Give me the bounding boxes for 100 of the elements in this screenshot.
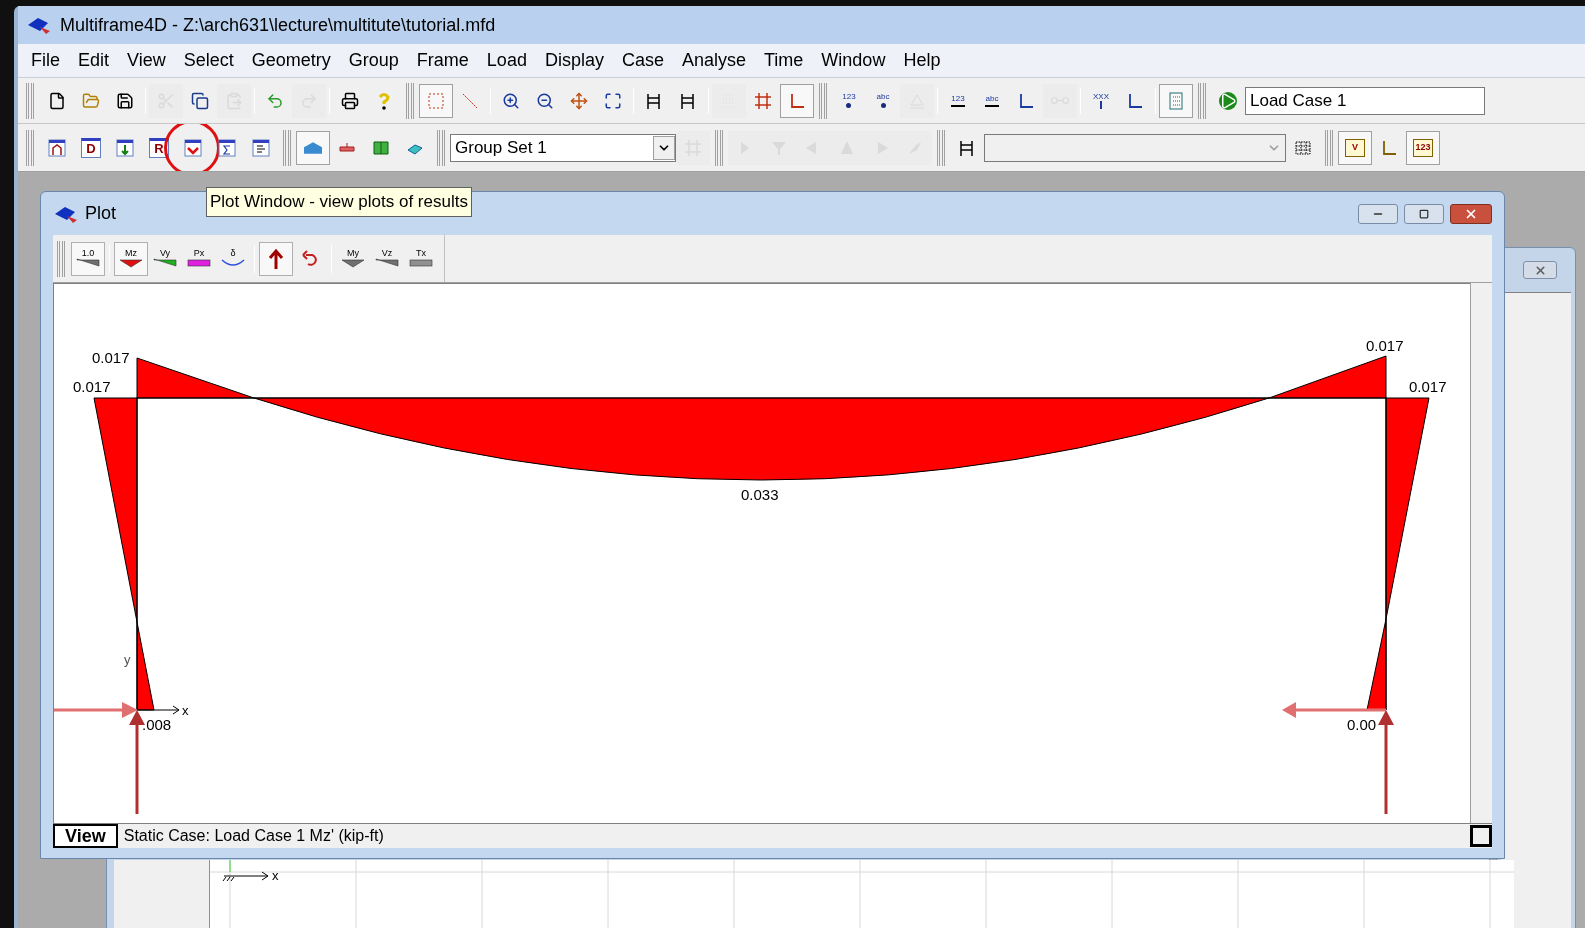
letter-box-icon: V [1345,138,1365,157]
menu-item[interactable]: File [22,47,69,74]
menu-item[interactable]: Frame [407,47,478,74]
plot-toolbar-button[interactable]: δ [216,241,250,276]
selection-box-icon [426,90,446,111]
toolbar-button[interactable]: R [142,130,176,165]
letter-window-icon: D [81,137,101,158]
frame-window-icon [47,137,67,158]
moment-value-label: 0.00 [1347,716,1377,733]
node-marker-icon [880,103,886,108]
toolbar-button[interactable]: 123 [941,83,975,118]
menu-item[interactable]: Display [535,47,613,74]
undo-icon [266,91,284,110]
tool-glyph: Tx [416,249,426,258]
diagram-icon [220,258,246,268]
tool-glyph: 123 [951,94,965,103]
underline-icon [985,104,999,107]
tool-glyph: 123 [842,93,856,101]
diagram-icon [374,258,400,268]
dropdown-field[interactable]: Load Case 1 [1245,86,1485,115]
new-file-icon [48,91,66,110]
diagram-icon [152,258,178,268]
size-grip-icon [1470,825,1492,847]
axis-label: y [124,652,131,667]
status-text: Static Case: Load Case 1 Mz' (kip-ft) [122,826,385,846]
plot-toolbar-button[interactable] [259,241,293,276]
toolbar-button[interactable]: XXX [1084,83,1118,118]
window-title: Multiframe4D - Z:\arch631\lecture\multitute\tutorial.mfd [60,13,496,37]
moment-value-label: 0.017 [1366,337,1404,354]
tool-glyph: Px [193,249,205,258]
axis-label: x [272,867,279,885]
plot-toolbar-button[interactable]: Vy [148,241,182,276]
menu-item[interactable]: Edit [69,47,119,74]
copy-icon [191,91,209,110]
diagram-icon [75,258,101,268]
grid-icon [753,90,773,111]
fit-view-icon [604,91,622,110]
close-button[interactable] [1523,261,1557,279]
menu-item[interactable]: Select [174,47,243,74]
pan-icon [570,91,588,110]
toolbar-button[interactable]: V [1338,130,1372,165]
diagram-icon [408,258,434,268]
save-icon [116,91,134,110]
plot-toolbar-button[interactable]: Px [182,241,216,276]
zoom-out-icon [536,91,554,110]
tool-glyph: abc [876,93,890,101]
moment-value-label: .008 [142,716,172,733]
menu-item[interactable]: Window [812,47,895,74]
tool-glyph: XXX [1093,92,1109,101]
view-tab[interactable]: View [53,824,118,848]
close-icon [1533,263,1547,277]
toolbar-button[interactable]: abc [866,83,900,118]
window-title: Plot [85,202,117,225]
menu-item[interactable]: Help [894,47,950,74]
menu-item[interactable]: Time [755,47,813,74]
tool-glyph: Vy [159,249,171,258]
list-icon [1166,90,1186,111]
tool-glyph: abc [985,94,999,103]
tool-glyph: Mz [125,249,137,258]
plot-toolbar-button[interactable]: 1.0 [71,241,105,276]
restore-icon [1419,208,1429,219]
minimize-button[interactable] [1358,203,1398,224]
tooltip: Plot Window - view plots of results [206,187,472,217]
arrow-up-icon [266,247,286,270]
plot-toolbar-button[interactable]: Vz [370,241,404,276]
moment-value-label: 0.017 [92,349,130,366]
moment-value-label: 0.033 [741,486,779,503]
menu-item[interactable]: Group [339,47,408,74]
menu-item[interactable]: View [118,47,175,74]
toolbar-button[interactable]: abc [975,83,1009,118]
axis-label: x [182,703,189,718]
sigma-window-icon [217,137,237,158]
plot-toolbar-button[interactable]: My [336,241,370,276]
menu-item[interactable]: Geometry [242,47,340,74]
underline-icon [951,104,965,107]
menu-item[interactable]: Analyse [672,47,755,74]
tool-glyph: Vz [381,249,393,258]
diagram-icon [186,258,212,268]
plot-toolbar-button[interactable]: Mz [114,241,148,276]
menu-item[interactable]: Case [612,47,673,74]
diagram-icon [118,258,144,268]
tool-glyph: My [347,249,359,258]
menu-item[interactable]: Load [477,47,536,74]
undo-arrow-icon [300,248,320,269]
restore-button[interactable] [1404,203,1444,224]
toolbar-button[interactable]: 123 [1406,130,1440,165]
close-button[interactable] [1450,203,1492,224]
plot-toolbar-button[interactable]: Tx [404,241,438,276]
app-icon [26,15,52,35]
moment-value-label: 0.017 [73,378,111,395]
moment-value-label: 0.017 [1409,378,1447,395]
letter-window-icon: R [149,137,169,158]
toolbar-button[interactable]: 123 [832,83,866,118]
play-icon [1219,91,1237,110]
toolbar-button[interactable]: D [74,130,108,165]
dropdown-field[interactable]: Group Set 1 [450,133,676,162]
zoom-in-icon [502,91,520,110]
printer-icon [341,91,359,110]
load-window-icon [115,137,135,158]
diagram-icon [340,258,366,268]
